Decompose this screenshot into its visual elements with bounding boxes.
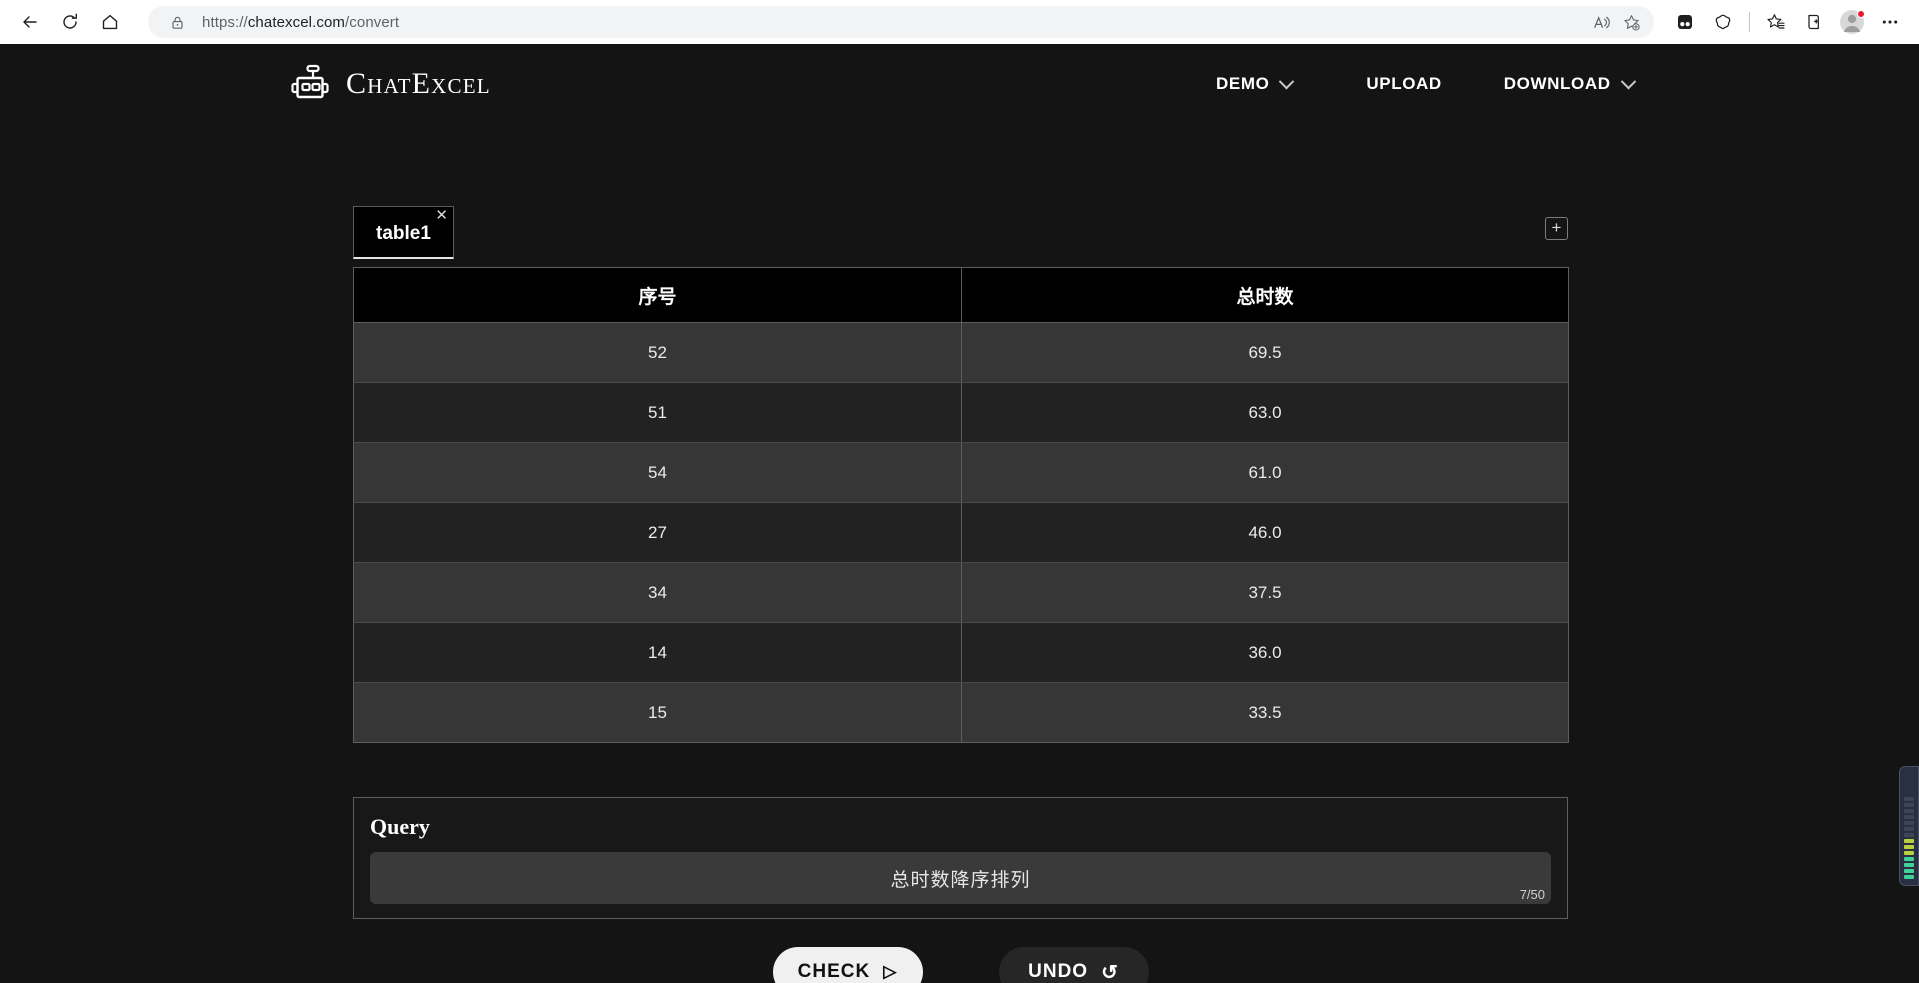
undo-button-label: UNDO <box>1028 961 1089 982</box>
table-cell[interactable]: 63.0 <box>961 382 1569 443</box>
nav-item-demo-label: DEMO <box>1216 74 1270 93</box>
query-label: Query <box>370 814 430 839</box>
more-options-button[interactable] <box>1873 5 1907 39</box>
copilot-icon <box>1715 14 1731 30</box>
check-button-label: CHECK <box>797 961 871 982</box>
table-row[interactable]: 34 37.5 <box>353 562 1569 623</box>
table-cell[interactable]: 34 <box>353 562 962 623</box>
nav-item-demo[interactable]: DEMO <box>1196 73 1312 94</box>
split-screen-button[interactable] <box>1668 5 1702 39</box>
column-header-xuhao[interactable]: 序号 <box>353 267 962 323</box>
table-head: 序号 总时数 <box>353 267 1569 323</box>
meter-segment <box>1904 827 1914 831</box>
add-table-button[interactable]: + <box>1545 217 1568 240</box>
query-panel: Query 总时数降序排列 7/50 <box>353 797 1568 919</box>
table-row[interactable]: 52 69.5 <box>353 322 1569 383</box>
table-cell[interactable]: 54 <box>353 442 962 503</box>
table-header-row: 序号 总时数 <box>353 267 1569 323</box>
profile-notification-dot <box>1857 10 1865 18</box>
close-icon[interactable]: ✕ <box>435 208 448 223</box>
table-tab-strip: table1 ✕ + <box>353 206 1568 262</box>
meter-segment <box>1904 803 1914 807</box>
home-button[interactable] <box>92 4 128 40</box>
table-body: 52 69.5 51 63.0 54 61.0 27 46.0 34 37.5 14 36.0 15 33… <box>353 322 1569 743</box>
meter-segment <box>1904 821 1914 825</box>
table-cell[interactable]: 33.5 <box>961 682 1569 743</box>
favorites-icon <box>1767 14 1785 29</box>
query-input[interactable]: 总时数降序排列 7/50 <box>370 852 1551 904</box>
home-icon <box>102 14 118 30</box>
add-favorite-icon[interactable] <box>1616 7 1646 37</box>
back-arrow-icon <box>23 16 37 28</box>
table-cell[interactable]: 46.0 <box>961 502 1569 563</box>
lock-icon <box>162 7 192 37</box>
favorites-button[interactable] <box>1759 5 1793 39</box>
browser-toolbar: https://chatexcel.com/convert <box>0 0 1919 44</box>
chevron-down-icon <box>1279 73 1295 89</box>
meter-segment <box>1904 869 1914 873</box>
table-cell[interactable]: 27 <box>353 502 962 563</box>
toolbar-divider <box>1749 12 1750 32</box>
back-button[interactable] <box>12 4 48 40</box>
table-cell[interactable]: 14 <box>353 622 962 683</box>
table-cell[interactable]: 37.5 <box>961 562 1569 623</box>
more-options-icon <box>1882 20 1898 24</box>
action-row: CHECK ▷ UNDO ↺ <box>353 947 1568 983</box>
page-content: ChatExcel DEMO UPLOAD DOWNLOAD table1 ✕ … <box>0 44 1919 983</box>
meter-segment <box>1904 833 1914 837</box>
table-cell[interactable]: 15 <box>353 682 962 743</box>
copilot-button[interactable] <box>1706 5 1740 39</box>
table-tab-label: table1 <box>376 223 431 244</box>
robot-logo-icon <box>291 64 329 99</box>
url-text: https://chatexcel.com/convert <box>202 13 400 31</box>
meter-segment <box>1904 797 1914 801</box>
meter-segment <box>1904 851 1914 855</box>
check-button[interactable]: CHECK ▷ <box>772 947 923 983</box>
nav-item-upload[interactable]: UPLOAD <box>1346 74 1461 94</box>
query-input-value: 总时数降序排列 <box>890 869 1031 891</box>
table-row[interactable]: 27 46.0 <box>353 502 1569 563</box>
collections-icon <box>1808 14 1819 30</box>
table-cell[interactable]: 36.0 <box>961 622 1569 683</box>
edge-level-meter[interactable] <box>1899 766 1919 886</box>
chevron-down-icon <box>1620 73 1636 89</box>
column-header-zongshishu[interactable]: 总时数 <box>961 267 1569 323</box>
main-nav: DEMO UPLOAD DOWNLOAD <box>1196 44 1654 124</box>
table-row[interactable]: 54 61.0 <box>353 442 1569 503</box>
meter-segment <box>1904 863 1914 867</box>
address-bar[interactable]: https://chatexcel.com/convert <box>148 6 1654 38</box>
reload-icon <box>63 13 77 29</box>
table-row[interactable]: 51 63.0 <box>353 382 1569 443</box>
read-aloud-icon[interactable] <box>1586 7 1616 37</box>
meter-segment <box>1904 809 1914 813</box>
table-row[interactable]: 14 36.0 <box>353 622 1569 683</box>
table-cell[interactable]: 69.5 <box>961 322 1569 383</box>
play-icon: ▷ <box>883 962 898 981</box>
brand-name: ChatExcel <box>346 67 491 100</box>
meter-segment <box>1904 839 1914 843</box>
meter-segment <box>1904 857 1914 861</box>
site-header: ChatExcel DEMO UPLOAD DOWNLOAD <box>0 44 1919 124</box>
table-tab-table1[interactable]: table1 ✕ <box>353 206 454 259</box>
meter-segment <box>1904 845 1914 849</box>
collections-button[interactable] <box>1797 5 1831 39</box>
query-char-counter: 7/50 <box>1519 887 1545 902</box>
meter-segment <box>1904 875 1914 879</box>
profile-button[interactable] <box>1835 5 1869 39</box>
split-screen-icon <box>1678 15 1692 29</box>
undo-button[interactable]: UNDO ↺ <box>998 947 1149 983</box>
nav-item-download[interactable]: DOWNLOAD <box>1484 73 1654 94</box>
table-cell[interactable]: 51 <box>353 382 962 443</box>
nav-item-upload-label: UPLOAD <box>1366 74 1442 93</box>
table-cell[interactable]: 52 <box>353 322 962 383</box>
undo-arrow-icon: ↺ <box>1101 961 1119 983</box>
table-cell[interactable]: 61.0 <box>961 442 1569 503</box>
table-row[interactable]: 15 33.5 <box>353 682 1569 743</box>
data-table: 序号 总时数 52 69.5 51 63.0 54 61.0 27 46.0 34 37.5 14 3… <box>353 267 1569 743</box>
meter-segment <box>1904 815 1914 819</box>
site-logo[interactable]: ChatExcel <box>288 62 491 106</box>
reload-button[interactable] <box>52 4 88 40</box>
nav-item-download-label: DOWNLOAD <box>1503 74 1611 93</box>
